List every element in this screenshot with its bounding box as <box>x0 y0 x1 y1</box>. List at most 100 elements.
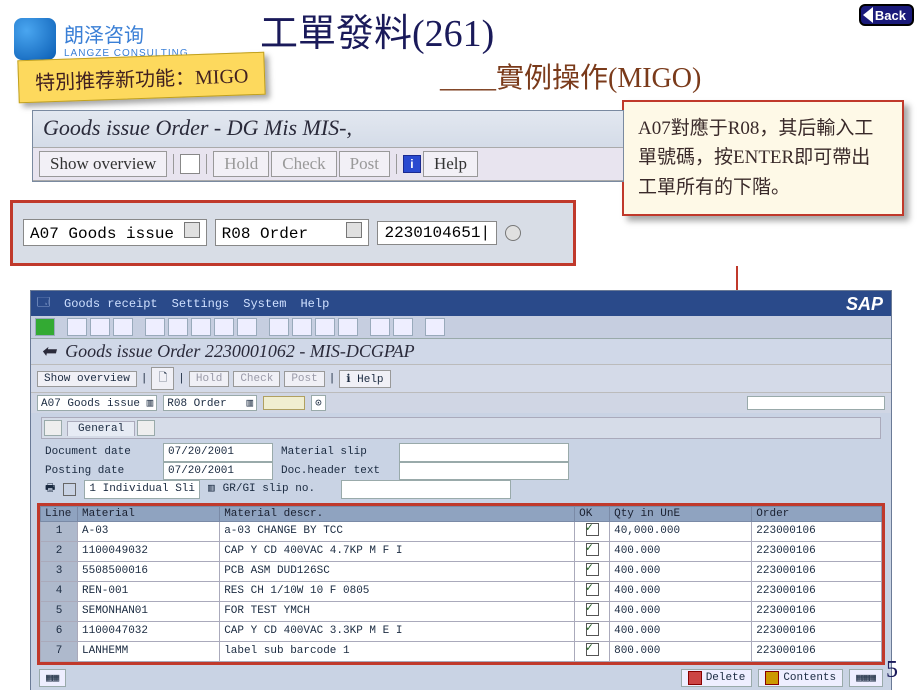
header-text-value[interactable] <box>399 462 569 481</box>
post-date-value[interactable]: 07/20/2001 <box>163 462 273 481</box>
sap2-toolbar: Show overview | 🗋 | Hold Check Post | ℹ … <box>31 364 891 393</box>
post-button[interactable]: Post <box>339 151 390 177</box>
menu-system[interactable]: System <box>243 297 286 311</box>
delete-button[interactable]: Delete <box>681 669 753 687</box>
contents-button[interactable]: Contents <box>758 669 843 687</box>
table-row[interactable]: 1A-03a-03 CHANGE BY TCC40,000.0002230001… <box>41 521 882 541</box>
search-icon[interactable]: ⊙ <box>311 395 326 411</box>
cell-ok[interactable] <box>575 601 610 621</box>
tb-icon[interactable] <box>269 318 289 336</box>
cell-ok[interactable] <box>575 521 610 541</box>
new-doc-icon[interactable] <box>180 154 200 174</box>
sap2-toolbar-icons <box>31 316 891 339</box>
collapse-icon[interactable] <box>44 420 62 436</box>
cell-ok[interactable] <box>575 641 610 661</box>
col-desc[interactable]: Material descr. <box>220 506 575 521</box>
check-button[interactable]: Check <box>271 151 336 177</box>
ok-icon[interactable] <box>35 318 55 336</box>
tb-icon[interactable] <box>191 318 211 336</box>
doc-date-value[interactable]: 07/20/2001 <box>163 443 273 462</box>
slip-mode-value[interactable]: 1 Individual Sli <box>84 480 200 499</box>
show-overview-button[interactable]: Show overview <box>39 151 167 177</box>
print-icon[interactable]: 🖶 <box>45 481 55 498</box>
help-button[interactable]: Help <box>423 151 478 177</box>
tab-extra-icon[interactable] <box>137 420 155 436</box>
back-button[interactable]: Back <box>859 4 914 26</box>
cell-desc: CAP Y CD 400VAC 4.7KP M F I <box>220 541 575 561</box>
help-icon[interactable]: i <box>403 155 421 173</box>
table-row[interactable]: 61100047032CAP Y CD 400VAC 3.3KP M E I40… <box>41 621 882 641</box>
dropdown-icon[interactable] <box>346 222 362 238</box>
cell-qty: 400.000 <box>610 541 752 561</box>
cell-qty: 400.000 <box>610 561 752 581</box>
tab-general[interactable]: General <box>67 421 135 436</box>
sap2-title: ⬅ Goods issue Order 2230001062 - MIS-DCG… <box>31 339 891 364</box>
cell-material: A-03 <box>78 521 220 541</box>
new-icon[interactable]: 🗋 <box>151 367 174 390</box>
hold-button[interactable]: Hold <box>189 371 229 387</box>
cell-qty: 400.000 <box>610 601 752 621</box>
checkbox[interactable] <box>63 483 76 496</box>
col-qty[interactable]: Qty in UnE <box>610 506 752 521</box>
cell-material: 5508500016 <box>78 561 220 581</box>
tb-icon[interactable] <box>370 318 390 336</box>
grgi-value[interactable] <box>341 480 511 499</box>
table-row[interactable]: 21100049032CAP Y CD 400VAC 4.7KP M F I40… <box>41 541 882 561</box>
col-material[interactable]: Material <box>78 506 220 521</box>
cell-line: 1 <box>41 521 78 541</box>
r08-field[interactable]: R08 Order <box>215 219 370 246</box>
page-title: 工單發料(261) <box>260 2 494 57</box>
post-button[interactable]: Post <box>284 371 324 387</box>
cell-line: 3 <box>41 561 78 581</box>
a07-field[interactable]: A07 Goods issue <box>23 219 207 246</box>
tb-icon[interactable] <box>292 318 312 336</box>
tb-icon[interactable] <box>214 318 234 336</box>
table-row[interactable]: 4REN-001RES CH 1/10W 10 F 0805400.000223… <box>41 581 882 601</box>
cell-desc: RES CH 1/10W 10 F 0805 <box>220 581 575 601</box>
menu-settings[interactable]: Settings <box>172 297 230 311</box>
table-row[interactable]: 7LANHEMMlabel sub barcode 1800.000223000… <box>41 641 882 661</box>
tb-icon[interactable] <box>168 318 188 336</box>
tb-icon[interactable] <box>67 318 87 336</box>
menu-goods-receipt[interactable]: Goods receipt <box>64 297 158 311</box>
tb-icon[interactable] <box>315 318 335 336</box>
col-order[interactable]: Order <box>752 506 882 521</box>
search-help-icon[interactable] <box>505 225 521 241</box>
footer-btn[interactable]: ▦▦▦ <box>849 669 883 687</box>
tb-icon[interactable] <box>113 318 133 336</box>
a07-dropdown[interactable]: A07 Goods issue ▥ <box>37 395 157 411</box>
show-overview-button[interactable]: Show overview <box>37 371 137 387</box>
sap1-title: Goods issue Order - DG Mis MIS-, <box>33 111 623 147</box>
extra-input[interactable] <box>747 396 885 410</box>
tb-icon[interactable] <box>338 318 358 336</box>
tb-icon[interactable] <box>425 318 445 336</box>
help-button[interactable]: ℹ Help <box>339 370 390 388</box>
table-row[interactable]: 35508500016PCB ASM DUD126SC400.000223000… <box>41 561 882 581</box>
menu-help[interactable]: Help <box>300 297 329 311</box>
cell-ok[interactable] <box>575 541 610 561</box>
highlight-input-row: A07 Goods issue R08 Order 2230104651| <box>10 200 576 266</box>
callout-yellow: 特別推荐新功能：MIGO <box>17 52 266 104</box>
cell-ok[interactable] <box>575 581 610 601</box>
cell-ok[interactable] <box>575 621 610 641</box>
cell-order: 223000106 <box>752 561 882 581</box>
check-button[interactable]: Check <box>233 371 280 387</box>
hold-button[interactable]: Hold <box>213 151 269 177</box>
order-no-input[interactable]: 2230104651| <box>377 221 497 245</box>
sap2-menubar[interactable]: 🗔 Goods receipt Settings System Help <box>31 291 891 316</box>
tb-icon[interactable] <box>145 318 165 336</box>
brand-logo: 朗泽咨询 LANGZE CONSULTING <box>14 18 189 60</box>
mat-slip-value[interactable] <box>399 443 569 462</box>
cell-ok[interactable] <box>575 561 610 581</box>
order-input[interactable] <box>263 396 305 410</box>
table-row[interactable]: 5SEMONHAN01FOR TEST YMCH400.000223000106 <box>41 601 882 621</box>
tb-icon[interactable] <box>393 318 413 336</box>
r08-dropdown[interactable]: R08 Order ▥ <box>163 395 257 411</box>
sap1-toolbar: Show overview Hold Check Post i Help <box>33 147 623 181</box>
col-line[interactable]: Line <box>41 506 78 521</box>
footer-btn[interactable]: ▦▦ <box>39 669 66 687</box>
cell-order: 223000106 <box>752 521 882 541</box>
tb-icon[interactable] <box>237 318 257 336</box>
tb-icon[interactable] <box>90 318 110 336</box>
dropdown-icon[interactable] <box>184 222 200 238</box>
